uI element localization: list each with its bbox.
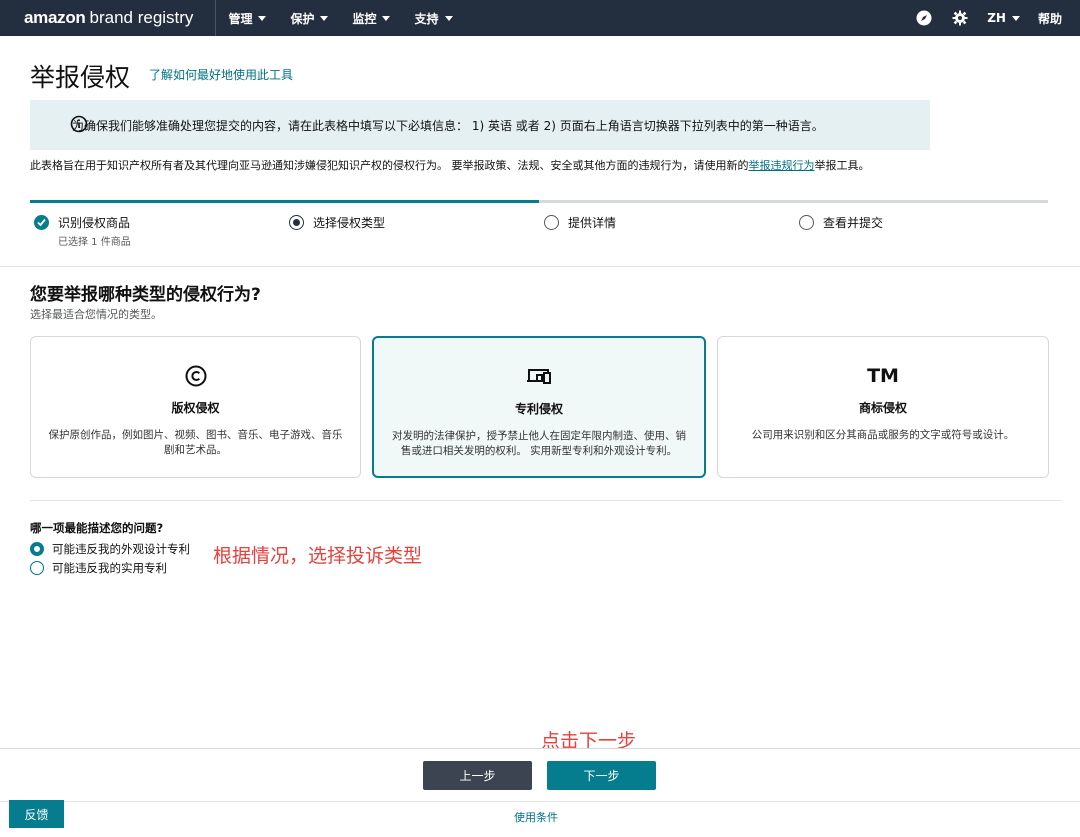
copyright-icon [31, 363, 360, 389]
card-desc: 对发明的法律保护，授予禁止他人在固定年限内制造、使用、销售或进口相关发明的权利。… [392, 430, 686, 457]
option-label: 可能违反我的外观设计专利 [52, 542, 190, 556]
annotation-choose-type: 根据情况，选择投诉类型 [213, 545, 423, 567]
caret-down-icon [444, 15, 453, 21]
caret-down-icon [382, 15, 391, 21]
check-circle-icon [34, 215, 49, 230]
logo-brand-registry: brand registry [89, 8, 194, 27]
step-label: 识别侵权商品 [58, 216, 131, 230]
step-review: 查看并提交 [799, 214, 883, 231]
caret-down-icon [320, 15, 329, 21]
card-name: 专利侵权 [514, 402, 563, 416]
radio-checked[interactable] [30, 542, 44, 556]
divider [0, 801, 1080, 802]
card-desc: 保护原创作品，例如图片、视频、图书、音乐、电子游戏、音乐剧和艺术品。 [48, 429, 343, 456]
report-violation-link[interactable]: 举报违规行为 [749, 159, 815, 172]
card-name: 商标侵权 [858, 401, 907, 415]
top-nav: amazon brand registry 管理 保护 监控 支持 ZH 帮助 [0, 0, 1080, 36]
progress-track [30, 200, 1048, 203]
current-step-icon [289, 215, 304, 230]
nav-item-protect[interactable]: 保护 [290, 10, 329, 27]
option-design-patent[interactable]: 可能违反我的外观设计专利 [30, 541, 190, 557]
progress-fill [30, 200, 539, 203]
banner-text: 为确保我们能够准确处理您提交的内容，请在此表格中填写以下必填信息： 1) 英语 … [72, 118, 824, 133]
step-label: 提供详情 [568, 216, 617, 230]
logo-amazon: amazon [24, 8, 86, 27]
nav-item-support[interactable]: 支持 [414, 10, 453, 27]
brand-registry-logo[interactable]: amazon brand registry [0, 0, 217, 36]
page-title: 举报侵权 [30, 63, 131, 92]
step-label: 选择侵权类型 [313, 216, 386, 230]
step-select-type: 选择侵权类型 [289, 214, 385, 231]
divider [30, 500, 1062, 501]
nav-item-manage[interactable]: 管理 [228, 10, 267, 27]
card-patent[interactable]: 专利侵权 对发明的法律保护，授予禁止他人在固定年限内制造、使用、销售或进口相关发… [372, 336, 706, 478]
terms-link[interactable]: 使用条件 [514, 809, 558, 825]
caret-down-icon [1011, 15, 1020, 21]
form-description: 此表格旨在用于知识产权所有者及其代理向亚马逊通知涉嫌侵犯知识产权的侵权行为。 要… [30, 159, 870, 172]
question-subtitle: 选择最适合您情况的类型。 [30, 308, 162, 321]
step-identify: 识别侵权商品 已选择 1 件商品 [34, 214, 131, 248]
step-sub: 已选择 1 件商品 [58, 237, 131, 248]
info-icon [70, 115, 88, 133]
empty-circle-icon [544, 215, 559, 230]
caret-down-icon [258, 15, 267, 21]
nav-item-monitor[interactable]: 监控 [352, 10, 391, 27]
card-copyright[interactable]: 版权侵权 保护原创作品，例如图片、视频、图书、音乐、电子游戏、音乐剧和艺术品。 [30, 336, 361, 478]
next-button[interactable]: 下一步 [547, 761, 656, 790]
feedback-button[interactable]: 反馈 [9, 800, 64, 828]
radio-unchecked[interactable] [30, 561, 44, 575]
sub-question-title: 哪一项最能描述您的问题? [30, 521, 164, 535]
trademark-icon: TM [867, 365, 899, 387]
question-title: 您要举报哪种类型的侵权行为? [30, 285, 261, 305]
previous-button[interactable]: 上一步 [423, 761, 532, 790]
step-label: 查看并提交 [823, 216, 884, 230]
language-switcher[interactable]: ZH [987, 11, 1020, 25]
option-utility-patent[interactable]: 可能违反我的实用专利 [30, 560, 167, 576]
nav-menu: 管理 保护 监控 支持 [216, 10, 476, 27]
divider [0, 266, 1080, 267]
divider [0, 748, 1080, 749]
card-trademark[interactable]: TM 商标侵权 公司用来识别和区分其商品或服务的文字或符号或设计。 [717, 336, 1049, 478]
gear-icon[interactable] [951, 9, 969, 27]
option-label: 可能违反我的实用专利 [52, 561, 167, 575]
help-link[interactable]: 帮助 [1038, 10, 1062, 27]
patent-icon [374, 364, 704, 390]
nav-right: ZH 帮助 [915, 9, 1080, 27]
step-details: 提供详情 [544, 214, 616, 231]
card-desc: 公司用来识别和区分其商品或服务的文字或符号或设计。 [751, 429, 1015, 441]
compass-icon[interactable] [915, 9, 933, 27]
info-banner: 为确保我们能够准确处理您提交的内容，请在此表格中填写以下必填信息： 1) 英语 … [30, 100, 930, 150]
card-name: 版权侵权 [171, 401, 220, 415]
empty-circle-icon [799, 215, 814, 230]
learn-tool-link[interactable]: 了解如何最好地使用此工具 [149, 66, 293, 83]
